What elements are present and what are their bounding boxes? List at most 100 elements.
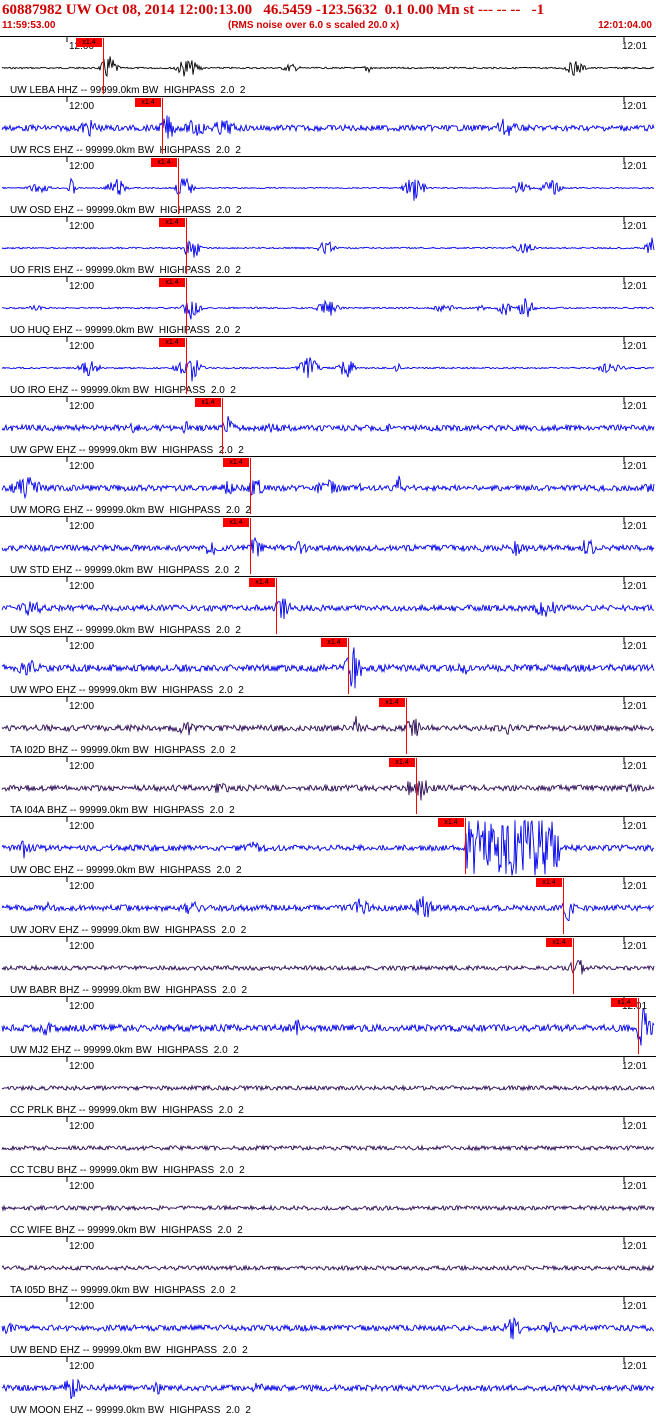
time-label-right: 12:01 [622, 1301, 648, 1312]
time-label-right: 12:01 [622, 1061, 648, 1072]
time-label-left: 12:00 [69, 101, 95, 112]
pick-line [222, 398, 223, 454]
station-label: CC TCBU BHZ -- 99999.0km BW HIGHPASS 2.0… [10, 1165, 245, 1176]
pick-line [573, 938, 574, 994]
time-label-left: 12:00 [69, 521, 95, 532]
time-label-left: 12:00 [69, 1241, 95, 1252]
time-label-left: 12:00 [69, 881, 95, 892]
pick-line [406, 698, 407, 754]
pick-line [276, 578, 277, 634]
station-label: UW OSD EHZ -- 99999.0km BW HIGHPASS 2.0 … [10, 205, 242, 216]
time-label-left: 12:00 [69, 941, 95, 952]
station-label: UW WPO EHZ -- 99999.0km BW HIGHPASS 2.0 … [10, 685, 244, 696]
pick-marker[interactable]: x1.4 [536, 878, 562, 887]
time-label-left: 12:00 [69, 701, 95, 712]
pick-marker[interactable]: x1.4 [159, 338, 185, 347]
station-label: UW JORV EHZ -- 99999.0km BW HIGHPASS 2.0… [10, 925, 247, 936]
time-label-right: 12:01 [622, 101, 648, 112]
pick-line [250, 518, 251, 574]
station-label: UW GPW EHZ -- 99999.0km BW HIGHPASS 2.0 … [10, 445, 244, 456]
pick-marker[interactable]: x1.4 [249, 578, 275, 587]
pick-marker[interactable]: x1.4 [379, 698, 405, 707]
station-label: UO IRO EHZ -- 99999.0km BW HIGHPASS 2.0 … [10, 385, 236, 396]
pick-marker[interactable]: x1.4 [611, 998, 637, 1007]
pick-marker[interactable]: x1.4 [159, 278, 185, 287]
time-label-left: 12:00 [69, 821, 95, 832]
time-label-right: 12:01 [622, 821, 648, 832]
time-label-right: 12:01 [622, 641, 648, 652]
station-label: UW STD EHZ -- 99999.0km BW HIGHPASS 2.0 … [10, 565, 240, 576]
pick-marker[interactable]: x1.4 [223, 458, 249, 467]
time-label-left: 12:00 [69, 281, 95, 292]
time-label-right: 12:01 [622, 461, 648, 472]
time-label-left: 12:00 [69, 341, 95, 352]
time-label-right: 12:01 [622, 521, 648, 532]
time-label-left: 12:00 [69, 1001, 95, 1012]
pick-marker[interactable]: x1.4 [223, 518, 249, 527]
pick-line [250, 458, 251, 514]
pick-marker[interactable]: x1.4 [321, 638, 347, 647]
time-label-right: 12:01 [622, 1361, 648, 1372]
time-label-right: 12:01 [622, 1121, 648, 1132]
time-label-right: 12:01 [622, 221, 648, 232]
time-label-right: 12:01 [622, 1181, 648, 1192]
station-label: UO FRIS EHZ -- 99999.0km BW HIGHPASS 2.0… [10, 265, 241, 276]
time-label-left: 12:00 [69, 401, 95, 412]
time-label-left: 12:00 [69, 1121, 95, 1132]
station-label: UW OBC EHZ -- 99999.0km BW HIGHPASS 2.0 … [10, 865, 242, 876]
time-label-left: 12:00 [69, 1181, 95, 1192]
pick-line [162, 98, 163, 154]
station-label: UW SQS EHZ -- 99999.0km BW HIGHPASS 2.0 … [10, 625, 241, 636]
pick-marker[interactable]: x1.4 [438, 818, 464, 827]
station-label: UW BABR BHZ -- 99999.0km BW HIGHPASS 2.0… [10, 985, 248, 996]
station-label: UW RCS EHZ -- 99999.0km BW HIGHPASS 2.0 … [10, 145, 241, 156]
time-label-right: 12:01 [622, 581, 648, 592]
time-label-right: 12:01 [622, 1241, 648, 1252]
time-label-left: 12:00 [69, 641, 95, 652]
station-label: UW MORG EHZ -- 99999.0km BW HIGHPASS 2.0… [10, 505, 251, 516]
pick-line [563, 878, 564, 934]
station-label: UO HUQ EHZ -- 99999.0km BW HIGHPASS 2.0 … [10, 325, 241, 336]
pick-marker[interactable]: x1.4 [135, 98, 161, 107]
pick-line [348, 638, 349, 694]
pick-line [638, 998, 639, 1054]
station-label: UW LEBA HHZ -- 99999.0km BW HIGHPASS 2.0… [10, 85, 246, 96]
time-label-left: 12:00 [69, 161, 95, 172]
station-label: CC PRLK BHZ -- 99999.0km BW HIGHPASS 2.0… [10, 1105, 244, 1116]
pick-marker[interactable]: x1.4 [76, 38, 102, 47]
station-label: TA I05D BHZ -- 99999.0km BW HIGHPASS 2.0… [10, 1285, 236, 1296]
time-label-left: 12:00 [69, 761, 95, 772]
pick-marker[interactable]: x1.4 [389, 758, 415, 767]
station-label: TA I02D BHZ -- 99999.0km BW HIGHPASS 2.0… [10, 745, 236, 756]
pick-line [186, 278, 187, 334]
time-label-right: 12:01 [622, 281, 648, 292]
time-label-left: 12:00 [69, 581, 95, 592]
station-label: UW BEND EHZ -- 99999.0km BW HIGHPASS 2.0… [10, 1345, 248, 1356]
station-label: UW MJ2 EHZ -- 99999.0km BW HIGHPASS 2.0 … [10, 1045, 239, 1056]
time-label-right: 12:01 [622, 341, 648, 352]
time-label-left: 12:00 [69, 1301, 95, 1312]
trace-labels-layer: 12:00 12:01 UW LEBA HHZ -- 99999.0km BW HI… [0, 0, 656, 1418]
time-label-left: 12:00 [69, 1061, 95, 1072]
time-label-right: 12:01 [622, 941, 648, 952]
station-label: TA I04A BHZ -- 99999.0km BW HIGHPASS 2.0… [10, 805, 235, 816]
pick-line [178, 158, 179, 214]
station-label: CC WIFE BHZ -- 99999.0km BW HIGHPASS 2.0… [10, 1225, 243, 1236]
pick-line [416, 758, 417, 814]
pick-marker[interactable]: x1.4 [546, 938, 572, 947]
time-label-right: 12:01 [622, 401, 648, 412]
pick-marker[interactable]: x1.4 [151, 158, 177, 167]
time-label-right: 12:01 [622, 701, 648, 712]
time-label-left: 12:00 [69, 221, 95, 232]
time-label-right: 12:01 [622, 881, 648, 892]
pick-marker[interactable]: x1.4 [195, 398, 221, 407]
station-label: UW MOON EHZ -- 99999.0km BW HIGHPASS 2.0… [10, 1405, 251, 1416]
pick-line [465, 818, 466, 874]
time-label-left: 12:00 [69, 461, 95, 472]
pick-line [103, 38, 104, 94]
time-label-left: 12:00 [69, 1361, 95, 1372]
time-label-right: 12:01 [622, 41, 648, 52]
pick-marker[interactable]: x1.4 [159, 218, 185, 227]
time-label-right: 12:01 [622, 161, 648, 172]
pick-line [186, 218, 187, 274]
